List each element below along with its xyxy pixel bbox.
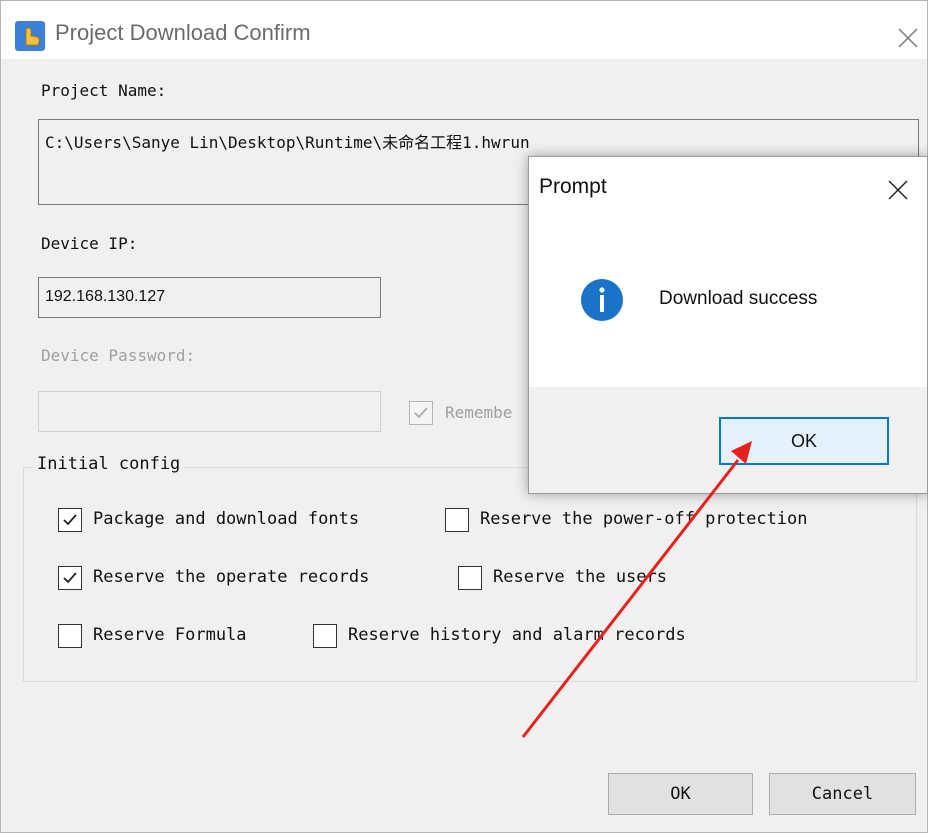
- project-path-value: C:\Users\Sanye Lin\Desktop\Runtime\未命名工程…: [45, 133, 530, 152]
- ok-button[interactable]: OK: [608, 773, 753, 815]
- reserve-formula-label: Reserve Formula: [93, 625, 247, 645]
- window-title: Project Download Confirm: [55, 20, 311, 45]
- history-alarm-label: Reserve history and alarm records: [348, 625, 686, 645]
- history-alarm-checkbox[interactable]: [313, 624, 337, 648]
- prompt-ok-button[interactable]: OK: [719, 417, 889, 465]
- checkmark-icon: [63, 514, 77, 526]
- reserve-formula-checkbox[interactable]: [58, 624, 82, 648]
- prompt-message: Download success: [659, 288, 818, 309]
- checkmark-icon: [414, 407, 428, 419]
- close-icon[interactable]: [893, 23, 923, 53]
- cancel-button[interactable]: Cancel: [769, 773, 916, 815]
- device-password-input: [38, 391, 381, 432]
- reserve-users-checkbox[interactable]: [458, 566, 482, 590]
- operate-records-checkbox[interactable]: [58, 566, 82, 590]
- remember-label: Remembe: [445, 403, 513, 422]
- close-icon[interactable]: [885, 177, 911, 203]
- operate-records-label: Reserve the operate records: [93, 567, 370, 587]
- package-fonts-label: Package and download fonts: [93, 509, 360, 529]
- info-icon: [581, 279, 623, 321]
- power-off-protection-checkbox[interactable]: [445, 508, 469, 532]
- reserve-users-label: Reserve the users: [493, 567, 667, 587]
- remember-checkbox: [409, 401, 433, 425]
- prompt-title: Prompt: [539, 175, 607, 198]
- device-ip-value: 192.168.130.127: [45, 288, 166, 305]
- project-name-label: Project Name:: [41, 81, 167, 100]
- hand-pointer-icon: [15, 21, 45, 51]
- device-ip-input[interactable]: 192.168.130.127: [38, 277, 381, 318]
- device-ip-label: Device IP:: [41, 234, 138, 253]
- device-password-label: Device Password:: [41, 346, 196, 365]
- prompt-dialog: Prompt Download success OK: [528, 156, 928, 494]
- package-fonts-checkbox[interactable]: [58, 508, 82, 532]
- checkmark-icon: [63, 572, 77, 584]
- initial-config-title: Initial config: [33, 454, 185, 474]
- title-bar: Project Download Confirm: [1, 1, 927, 59]
- power-off-protection-label: Reserve the power-off protection: [480, 509, 808, 529]
